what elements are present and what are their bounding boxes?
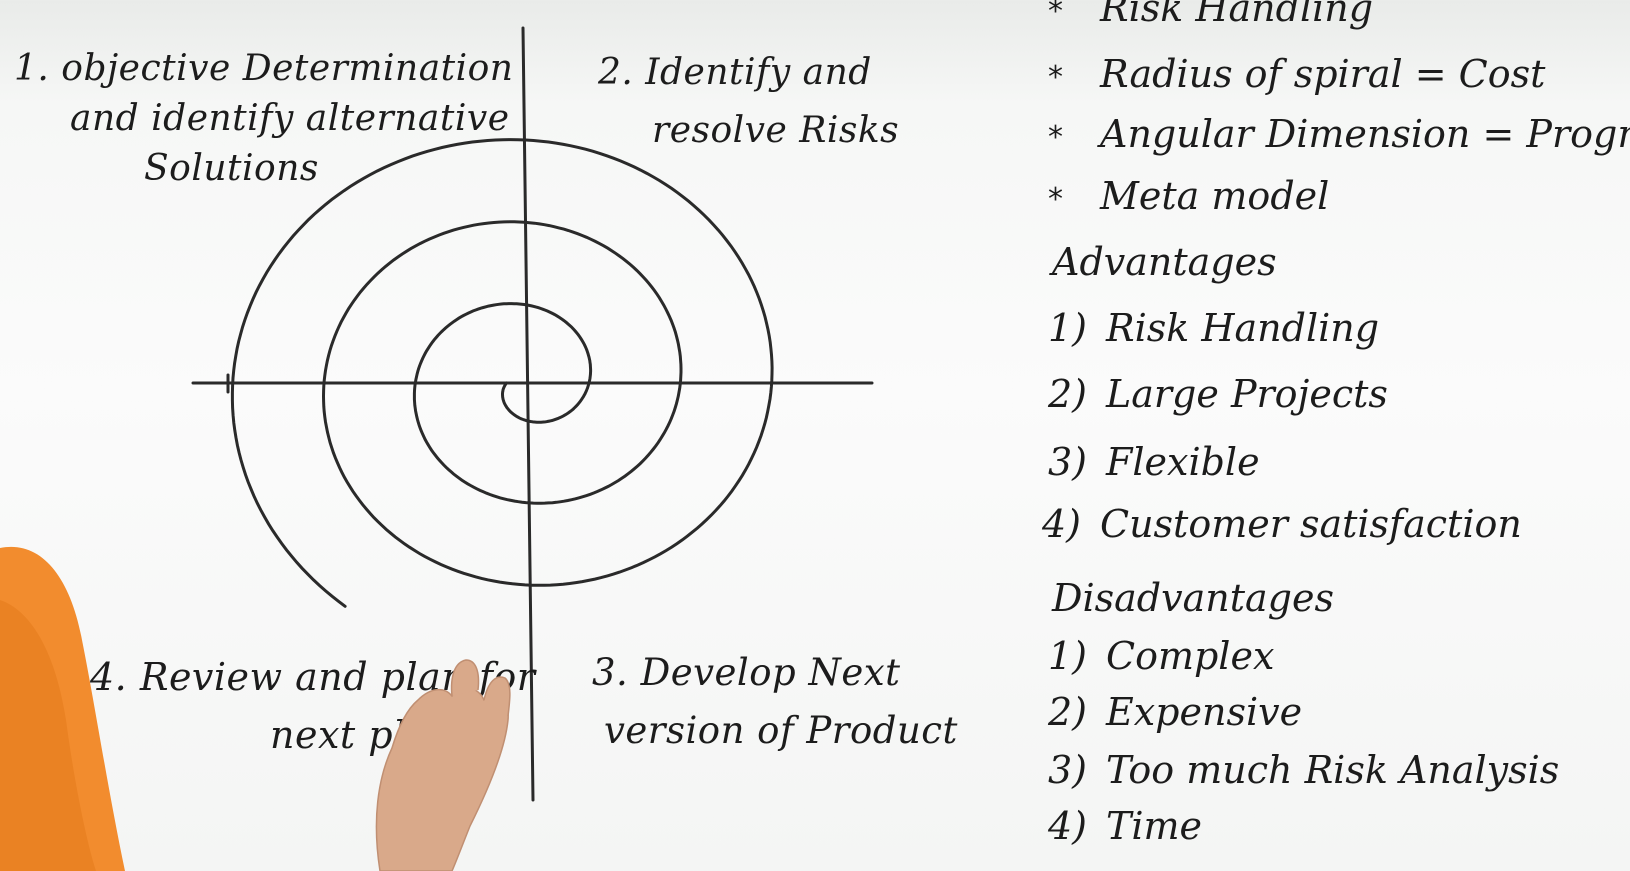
disadvantage-item: 1) Complex <box>1048 634 1274 678</box>
list-number: 2) <box>1048 372 1088 416</box>
asterisk-icon: * <box>1048 120 1063 155</box>
list-text: Too much Risk Analysis <box>1106 748 1560 792</box>
quadrant-4-label: 4. Review and plan for next phase <box>90 648 535 764</box>
bullet-item: * Risk Handling <box>1048 0 1373 30</box>
disadvantages-heading: Disadvantages <box>1052 576 1334 620</box>
list-number: 1) <box>1048 306 1088 350</box>
advantages-heading: Advantages <box>1052 240 1277 284</box>
bullet-item: * Radius of spiral = Cost <box>1048 52 1545 96</box>
whiteboard: 1. objective Determination and identify … <box>0 0 1630 871</box>
quadrant-3-line-1: 3. Develop Next <box>592 651 901 694</box>
disadvantage-item: 3) Too much Risk Analysis <box>1048 748 1559 792</box>
advantage-item: 4) Customer satisfaction <box>1042 502 1522 546</box>
quadrant-1-label: 1. objective Determination and identify … <box>14 44 514 194</box>
list-number: 4) <box>1048 804 1088 848</box>
quadrant-2-line-1: 2. Identify and <box>598 52 872 93</box>
list-text: Customer satisfaction <box>1100 502 1522 546</box>
quadrant-2-line-2: resolve Risks <box>652 110 900 151</box>
asterisk-icon: * <box>1048 182 1063 217</box>
quadrant-1-line-1: 1. objective Determination <box>14 48 514 89</box>
list-number: 3) <box>1048 440 1088 484</box>
list-text: Expensive <box>1106 690 1303 734</box>
quadrant-4-line-2: next phase <box>270 713 485 757</box>
list-number: 1) <box>1048 634 1088 678</box>
list-number: 4) <box>1042 502 1082 546</box>
quadrant-3-line-2: version of Product <box>604 709 958 752</box>
asterisk-icon: * <box>1048 60 1063 95</box>
disadvantage-item: 4) Time <box>1048 804 1202 848</box>
bullet-text: Risk Handling <box>1100 0 1374 30</box>
list-text: Flexible <box>1106 440 1260 484</box>
advantage-item: 1) Risk Handling <box>1048 306 1379 350</box>
advantage-item: 2) Large Projects <box>1048 372 1388 416</box>
list-number: 3) <box>1048 748 1088 792</box>
list-text: Risk Handling <box>1106 306 1380 350</box>
bullet-text: Radius of spiral = Cost <box>1100 52 1546 96</box>
bullet-text: Angular Dimension = Progress <box>1100 112 1630 156</box>
quadrant-4-line-1: 4. Review and plan for <box>90 655 536 699</box>
quadrant-2-label: 2. Identify and resolve Risks <box>598 44 899 160</box>
advantage-item: 3) Flexible <box>1048 440 1260 484</box>
asterisk-icon: * <box>1048 0 1063 29</box>
list-text: Large Projects <box>1106 372 1388 416</box>
bullet-item: * Meta model <box>1048 174 1329 218</box>
bullet-item: * Angular Dimension = Progress <box>1048 112 1630 156</box>
disadvantage-item: 2) Expensive <box>1048 690 1302 734</box>
list-number: 2) <box>1048 690 1088 734</box>
spiral-curve <box>230 138 774 608</box>
quadrant-1-line-2: and identify alternative <box>70 98 510 139</box>
list-text: Time <box>1106 804 1203 848</box>
quadrant-1-line-3: Solutions <box>144 148 319 189</box>
quadrant-3-label: 3. Develop Next version of Product <box>592 644 958 760</box>
bullet-text: Meta model <box>1100 174 1330 218</box>
list-text: Complex <box>1106 634 1275 678</box>
